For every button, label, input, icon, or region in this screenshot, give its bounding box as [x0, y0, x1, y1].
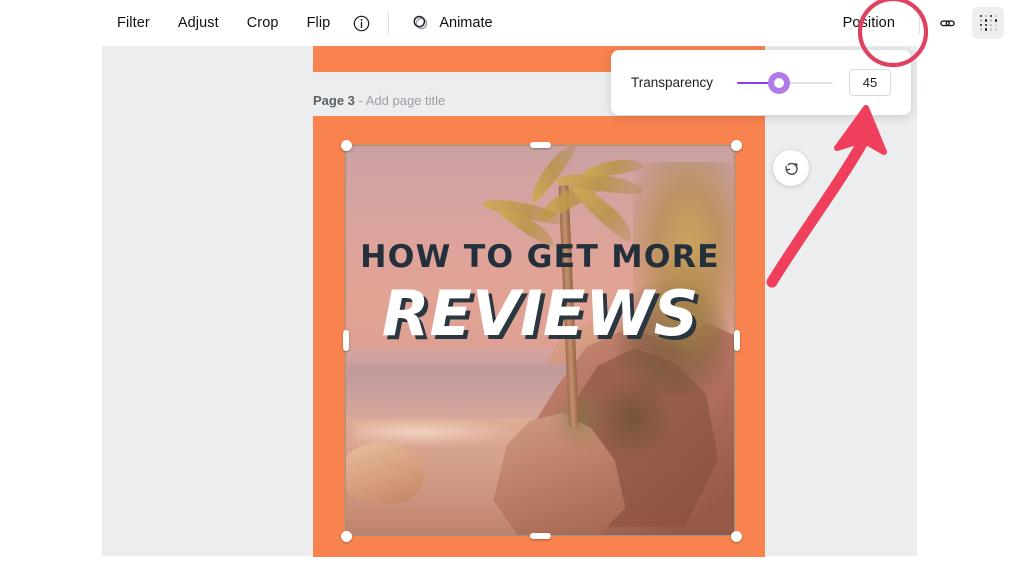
- transparency-slider[interactable]: [737, 72, 833, 94]
- resize-handle-top-right[interactable]: [731, 140, 742, 151]
- resize-handle-bottom-center[interactable]: [530, 533, 551, 539]
- resize-handle-middle-right[interactable]: [734, 330, 740, 351]
- photo-artwork: [346, 146, 734, 535]
- resize-handle-middle-left[interactable]: [343, 330, 349, 351]
- design-page[interactable]: HOW TO GET MORE REVIEWS: [313, 116, 765, 557]
- adjust-button[interactable]: Adjust: [164, 8, 233, 38]
- resize-handle-top-left[interactable]: [341, 140, 352, 151]
- transparency-value-input[interactable]: 45: [849, 69, 891, 96]
- crop-button[interactable]: Crop: [233, 8, 293, 38]
- info-icon: [352, 14, 371, 33]
- transparency-haze: [346, 146, 734, 535]
- rotate-handle-button[interactable]: [773, 150, 809, 186]
- page-title-label[interactable]: Page 3 - Add page title: [313, 93, 445, 108]
- selected-image-element[interactable]: HOW TO GET MORE REVIEWS: [345, 145, 735, 536]
- add-page-title-hint: - Add page title: [355, 93, 445, 108]
- resize-handle-top-center[interactable]: [530, 142, 551, 148]
- animate-button[interactable]: Animate: [399, 7, 504, 39]
- animate-icon: [411, 13, 431, 33]
- link-icon: [937, 13, 958, 34]
- image-toolbar: Filter Adjust Crop Flip Animate: [0, 0, 1024, 46]
- slider-thumb[interactable]: [768, 72, 790, 94]
- animate-label: Animate: [439, 15, 492, 31]
- info-button[interactable]: [344, 6, 378, 40]
- resize-handle-bottom-left[interactable]: [341, 531, 352, 542]
- canva-image-editor: Page 3 - Add page title: [0, 0, 1024, 576]
- filter-button[interactable]: Filter: [103, 8, 164, 38]
- position-button[interactable]: Position: [829, 8, 909, 38]
- transparency-button[interactable]: [972, 7, 1004, 39]
- rotate-icon: [782, 159, 801, 178]
- transparency-checker-icon: [980, 15, 997, 32]
- toolbar-right-group: Position: [829, 6, 1024, 40]
- transparency-label: Transparency: [631, 75, 713, 90]
- transparency-popover: Transparency 45: [611, 50, 911, 115]
- flip-button[interactable]: Flip: [293, 8, 345, 38]
- toolbar-divider-right: [919, 12, 920, 34]
- link-button[interactable]: [930, 6, 964, 40]
- toolbar-left-group: Filter Adjust Crop Flip Animate: [0, 6, 505, 40]
- page-number: Page 3: [313, 93, 355, 108]
- toolbar-divider: [388, 12, 389, 34]
- resize-handle-bottom-right[interactable]: [731, 531, 742, 542]
